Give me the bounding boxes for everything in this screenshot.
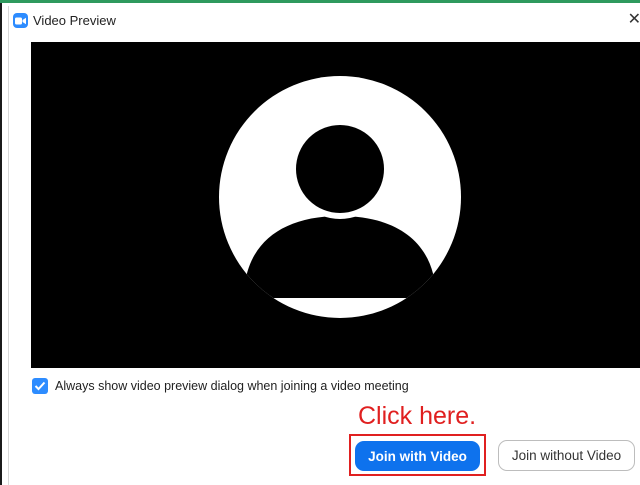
always-show-preview-row[interactable]: Always show video preview dialog when jo…: [32, 377, 409, 395]
left-window-edge: [0, 3, 2, 485]
title-bar[interactable]: Video Preview ✕: [9, 6, 640, 34]
join-with-video-button[interactable]: Join with Video: [355, 441, 480, 471]
join-without-video-button[interactable]: Join without Video: [498, 440, 635, 471]
always-show-preview-checkbox[interactable]: [32, 378, 48, 394]
click-here-annotation: Click here.: [358, 402, 477, 430]
screen: Video Preview ✕ Always show video previe…: [0, 0, 640, 485]
checkmark-icon: [34, 381, 46, 391]
video-preview-dialog: Video Preview ✕ Always show video previe…: [8, 6, 640, 485]
close-icon[interactable]: ✕: [619, 8, 640, 32]
top-accent-rule: [0, 0, 640, 3]
always-show-preview-label[interactable]: Always show video preview dialog when jo…: [55, 379, 409, 393]
zoom-camera-icon: [13, 13, 28, 28]
video-preview-area: [31, 42, 640, 368]
window-title: Video Preview: [33, 13, 116, 28]
user-silhouette-icon: [219, 76, 461, 318]
